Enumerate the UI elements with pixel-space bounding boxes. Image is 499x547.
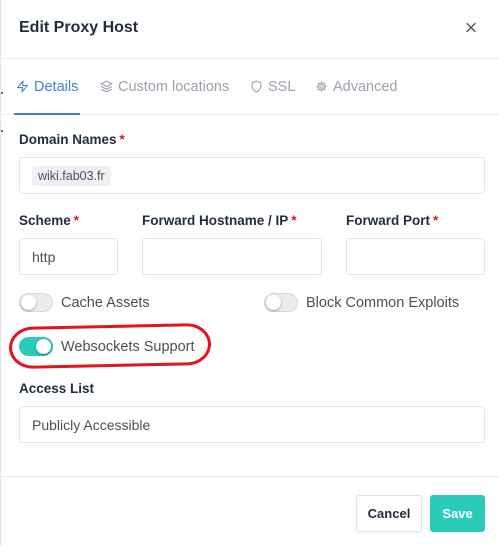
modal-footer: Cancel Save xyxy=(1,476,499,547)
domain-names-input[interactable]: wiki.fab03.fr xyxy=(19,157,485,194)
forward-hostname-input[interactable] xyxy=(142,238,322,275)
access-list-label: Access List xyxy=(19,381,95,396)
forward-port-input[interactable] xyxy=(346,238,485,275)
tab-details[interactable]: Details xyxy=(13,59,81,115)
block-exploits-switch[interactable] xyxy=(264,293,298,312)
switch-knob xyxy=(266,295,281,310)
access-list-value: Publicly Accessible xyxy=(32,416,151,433)
required-mark: * xyxy=(73,213,80,228)
tab-label: Custom locations xyxy=(118,78,230,95)
domain-chip[interactable]: wiki.fab03.fr xyxy=(32,165,111,186)
modal-title: Edit Proxy Host xyxy=(19,19,139,36)
required-mark: * xyxy=(291,213,297,228)
required-mark: * xyxy=(433,213,439,228)
domain-names-label: Domain Names * xyxy=(19,132,125,147)
scheme-input[interactable]: http xyxy=(19,238,118,275)
switch-knob xyxy=(21,295,36,310)
shield-icon xyxy=(251,80,262,93)
edge-mark xyxy=(1,130,3,132)
layers-icon xyxy=(100,80,113,93)
required-mark: * xyxy=(119,132,125,147)
tab-bar: Details Custom locations SSL Advanced xyxy=(1,59,499,115)
cache-assets-label: Cache Assets xyxy=(61,294,150,311)
block-exploits-toggle-row[interactable]: Block Common Exploits xyxy=(264,293,459,312)
tab-ssl[interactable]: SSL xyxy=(250,59,295,114)
access-list-select[interactable]: Publicly Accessible xyxy=(19,406,485,443)
forward-hostname-label: Forward Hostname / IP * xyxy=(142,213,297,228)
tab-advanced[interactable]: Advanced xyxy=(315,59,398,114)
tab-label: SSL xyxy=(268,78,296,95)
gear-icon xyxy=(316,81,327,92)
tab-label: Advanced xyxy=(333,78,398,95)
block-exploits-label: Block Common Exploits xyxy=(306,294,460,311)
forward-port-label: Forward Port * xyxy=(346,213,439,228)
zap-icon xyxy=(17,80,28,93)
tab-custom-locations[interactable]: Custom locations xyxy=(100,59,229,114)
modal-header: Edit Proxy Host × xyxy=(1,0,499,59)
scheme-value: http xyxy=(32,248,56,265)
scheme-label: Scheme * xyxy=(19,213,80,228)
cache-assets-toggle-row[interactable]: Cache Assets xyxy=(19,293,150,312)
cache-assets-switch[interactable] xyxy=(19,293,53,312)
tab-label: Details xyxy=(34,78,79,95)
red-highlight-annotation xyxy=(8,322,212,370)
close-icon[interactable]: × xyxy=(461,17,481,39)
cancel-button[interactable]: Cancel xyxy=(356,495,422,532)
edit-proxy-host-modal: Edit Proxy Host × Details Custom locatio… xyxy=(0,0,499,546)
save-button[interactable]: Save xyxy=(430,495,485,532)
